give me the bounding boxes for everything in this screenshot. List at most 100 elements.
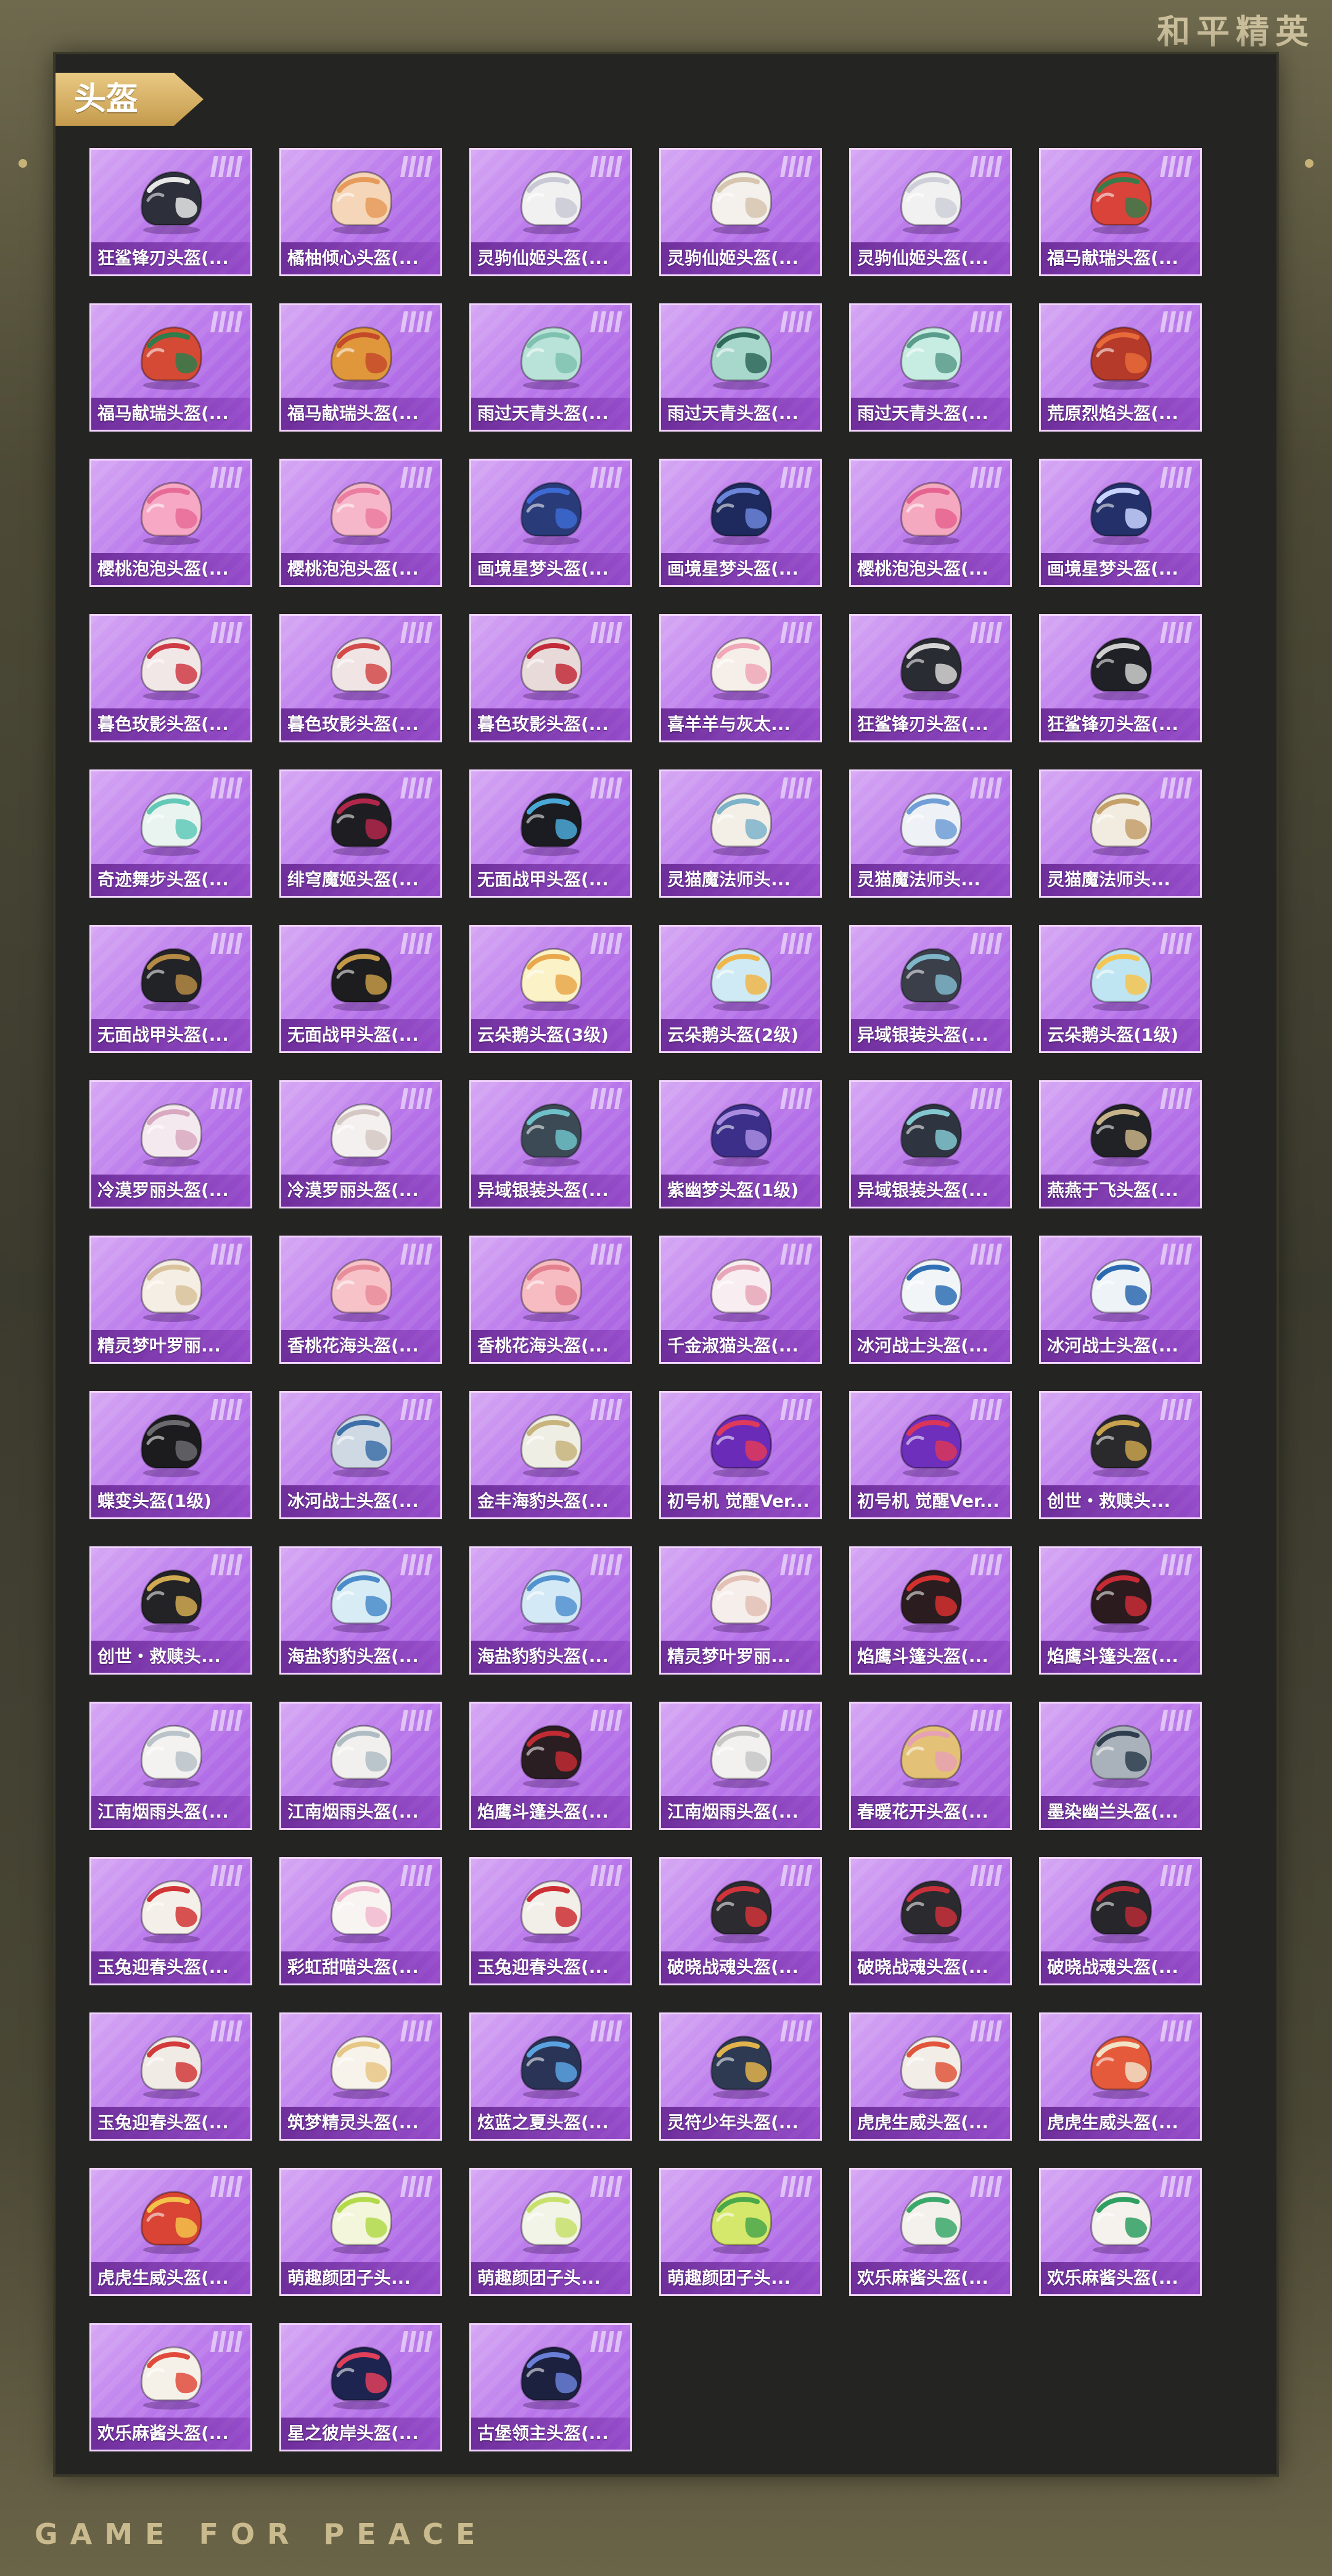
helmet-item[interactable]: 喜羊羊与灰太... (659, 614, 822, 742)
helmet-item[interactable]: 画境星梦头盔(... (659, 459, 822, 587)
helmet-name: 画境星梦头盔(... (471, 553, 630, 585)
helmet-item[interactable]: 冷漠罗丽头盔(... (279, 1080, 442, 1208)
helmet-item[interactable]: 江南烟雨头盔(... (89, 1702, 252, 1830)
helmet-name: 虎虎生威头盔(... (91, 2262, 250, 2294)
helmet-item[interactable]: 初号机 觉醒Ver... (659, 1391, 822, 1519)
rarity-stripes (400, 777, 432, 798)
helmet-item[interactable]: 冰河战士头盔(... (279, 1391, 442, 1519)
helmet-item[interactable]: 云朵鹅头盔(2级) (659, 925, 822, 1053)
helmet-item[interactable]: 精灵梦叶罗丽... (89, 1236, 252, 1364)
helmet-item[interactable]: 无面战甲头盔(... (89, 925, 252, 1053)
helmet-item[interactable]: 异域银装头盔(... (469, 1080, 632, 1208)
helmet-item[interactable]: 冷漠罗丽头盔(... (89, 1080, 252, 1208)
helmet-item[interactable]: 蝶变头盔(1级) (89, 1391, 252, 1519)
helmet-item[interactable]: 欢乐麻酱头盔(... (89, 2323, 252, 2451)
helmet-item[interactable]: 欢乐麻酱头盔(... (849, 2168, 1012, 2296)
helmet-item[interactable]: 焰鹰斗篷头盔(... (1039, 1546, 1202, 1675)
helmet-item[interactable]: 焰鹰斗篷头盔(... (469, 1702, 632, 1830)
helmet-item[interactable]: 奇迹舞步头盔(... (89, 769, 252, 898)
helmet-item[interactable]: 玉兔迎春头盔(... (469, 1857, 632, 1985)
helmet-item[interactable]: 福马献瑞头盔(... (1039, 148, 1202, 276)
helmet-item[interactable]: 雨过天青头盔(... (659, 303, 822, 432)
helmet-item[interactable]: 玉兔迎春头盔(... (89, 1857, 252, 1985)
helmet-item[interactable]: 画境星梦头盔(... (1039, 459, 1202, 587)
helmet-item[interactable]: 雨过天青头盔(... (849, 303, 1012, 432)
helmet-item[interactable]: 虎虎生威头盔(... (849, 2012, 1012, 2141)
helmet-item[interactable]: 破晓战魂头盔(... (849, 1857, 1012, 1985)
helmet-item[interactable]: 千金淑猫头盔(... (659, 1236, 822, 1364)
helmet-item[interactable]: 创世・救赎头... (89, 1546, 252, 1675)
helmet-item[interactable]: 玉兔迎春头盔(... (89, 2012, 252, 2141)
helmet-item[interactable]: 香桃花海头盔(... (469, 1236, 632, 1364)
helmet-item[interactable]: 樱桃泡泡头盔(... (849, 459, 1012, 587)
helmet-item[interactable]: 灵驹仙姬头盔(... (469, 148, 632, 276)
helmet-item[interactable]: 江南烟雨头盔(... (279, 1702, 442, 1830)
helmet-item[interactable]: 灵猫魔法师头... (849, 769, 1012, 898)
rarity-stripes (780, 1710, 812, 1731)
helmet-item[interactable]: 墨染幽兰头盔(... (1039, 1702, 1202, 1830)
helmet-item[interactable]: 暮色玫影头盔(... (279, 614, 442, 742)
helmet-item[interactable]: 福马献瑞头盔(... (89, 303, 252, 432)
helmet-item[interactable]: 燕燕于飞头盔(... (1039, 1080, 1202, 1208)
helmet-item[interactable]: 樱桃泡泡头盔(... (279, 459, 442, 587)
helmet-name: 灵猫魔法师头... (851, 864, 1010, 896)
helmet-item[interactable]: 画境星梦头盔(... (469, 459, 632, 587)
helmet-item[interactable]: 海盐豹豹头盔(... (279, 1546, 442, 1675)
helmet-icon (131, 163, 211, 236)
helmet-item[interactable]: 金丰海豹头盔(... (469, 1391, 632, 1519)
helmet-item[interactable]: 灵猫魔法师头... (659, 769, 822, 898)
helmet-item[interactable]: 暮色玫影头盔(... (469, 614, 632, 742)
helmet-item[interactable]: 冰河战士头盔(... (849, 1236, 1012, 1364)
helmet-item[interactable]: 异域银装头盔(... (849, 1080, 1012, 1208)
helmet-item[interactable]: 无面战甲头盔(... (279, 925, 442, 1053)
helmet-item[interactable]: 创世・救赎头... (1039, 1391, 1202, 1519)
helmet-item[interactable]: 破晓战魂头盔(... (1039, 1857, 1202, 1985)
helmet-item[interactable]: 香桃花海头盔(... (279, 1236, 442, 1364)
helmet-item[interactable]: 狂鲨锋刃头盔(... (849, 614, 1012, 742)
helmet-item[interactable]: 紫幽梦头盔(1级) (659, 1080, 822, 1208)
helmet-item[interactable]: 雨过天青头盔(... (469, 303, 632, 432)
helmet-item[interactable]: 萌趣颜团子头... (469, 2168, 632, 2296)
helmet-item[interactable]: 古堡领主头盔(... (469, 2323, 632, 2451)
rarity-stripes (970, 1865, 1002, 1886)
helmet-item[interactable]: 灵驹仙姬头盔(... (849, 148, 1012, 276)
helmet-item[interactable]: 初号机 觉醒Ver... (849, 1391, 1012, 1519)
helmet-item[interactable]: 灵驹仙姬头盔(... (659, 148, 822, 276)
helmet-item[interactable]: 江南烟雨头盔(... (659, 1702, 822, 1830)
helmet-item[interactable]: 狂鲨锋刃头盔(... (1039, 614, 1202, 742)
helmet-item[interactable]: 海盐豹豹头盔(... (469, 1546, 632, 1675)
helmet-item[interactable]: 炫蓝之夏头盔(... (469, 2012, 632, 2141)
helmet-item[interactable]: 萌趣颜团子头... (279, 2168, 442, 2296)
helmet-item[interactable]: 精灵梦叶罗丽... (659, 1546, 822, 1675)
helmet-item[interactable]: 星之彼岸头盔(... (279, 2323, 442, 2451)
helmet-icon (890, 1096, 971, 1168)
helmet-item[interactable]: 虎虎生威头盔(... (1039, 2012, 1202, 2141)
helmet-item[interactable]: 异域银装头盔(... (849, 925, 1012, 1053)
helmet-item[interactable]: 筑梦精灵头盔(... (279, 2012, 442, 2141)
helmet-item[interactable]: 破晓战魂头盔(... (659, 1857, 822, 1985)
helmet-name: 焰鹰斗篷头盔(... (471, 1796, 630, 1828)
helmet-item[interactable]: 云朵鹅头盔(1级) (1039, 925, 1202, 1053)
helmet-item[interactable]: 无面战甲头盔(... (469, 769, 632, 898)
helmet-item[interactable]: 云朵鹅头盔(3级) (469, 925, 632, 1053)
helmet-item[interactable]: 福马献瑞头盔(... (279, 303, 442, 432)
rarity-stripes (590, 1554, 622, 1575)
helmet-item[interactable]: 焰鹰斗篷头盔(... (849, 1546, 1012, 1675)
helmet-item[interactable]: 欢乐麻酱头盔(... (1039, 2168, 1202, 2296)
helmet-item[interactable]: 彩虹甜喵头盔(... (279, 1857, 442, 1985)
helmet-item[interactable]: 冰河战士头盔(... (1039, 1236, 1202, 1364)
helmet-item[interactable]: 绯穹魔姬头盔(... (279, 769, 442, 898)
helmet-item[interactable]: 橘柚倾心头盔(... (279, 148, 442, 276)
helmet-item[interactable]: 灵符少年头盔(... (659, 2012, 822, 2141)
helmet-item[interactable]: 暮色玫影头盔(... (89, 614, 252, 742)
helmet-name: 灵猫魔法师头... (1041, 864, 1200, 896)
helmet-item[interactable]: 灵猫魔法师头... (1039, 769, 1202, 898)
helmet-item[interactable]: 虎虎生威头盔(... (89, 2168, 252, 2296)
helmet-item[interactable]: 荒原烈焰头盔(... (1039, 303, 1202, 432)
helmet-icon (701, 630, 781, 702)
helmet-name: 江南烟雨头盔(... (281, 1796, 440, 1828)
helmet-item[interactable]: 春暖花开头盔(... (849, 1702, 1012, 1830)
helmet-item[interactable]: 狂鲨锋刃头盔(... (89, 148, 252, 276)
helmet-item[interactable]: 樱桃泡泡头盔(... (89, 459, 252, 587)
helmet-item[interactable]: 萌趣颜团子头... (659, 2168, 822, 2296)
